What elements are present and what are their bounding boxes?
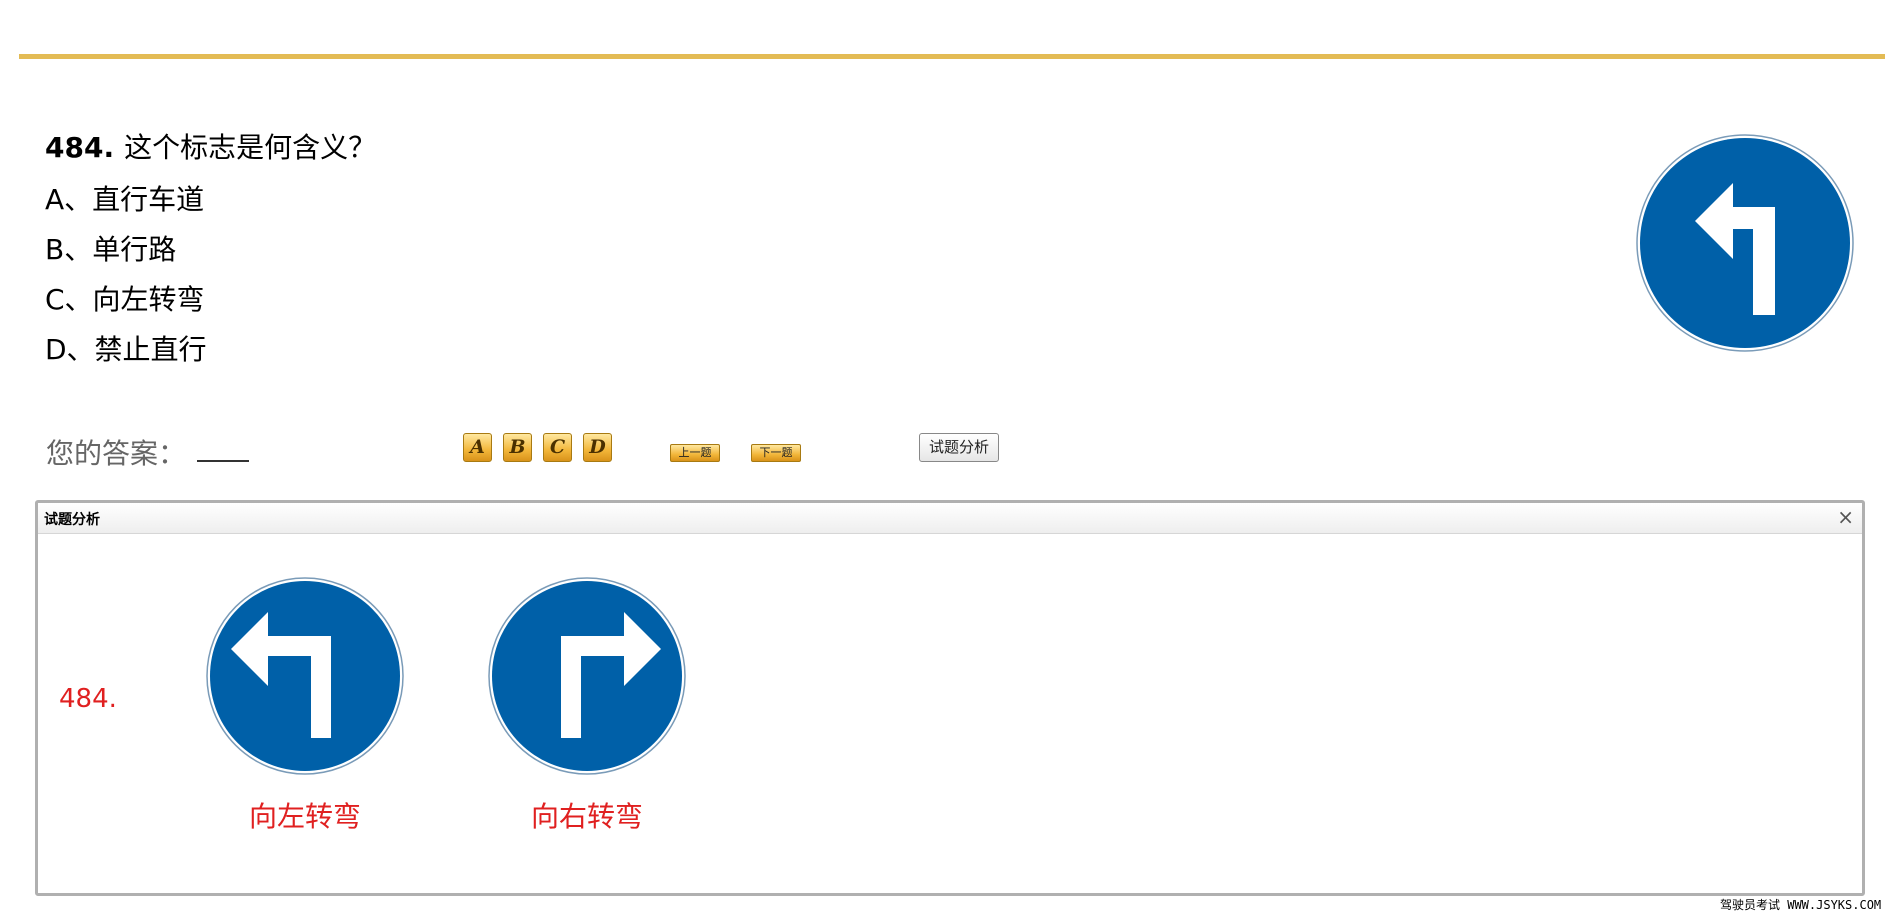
option-a[interactable]: A、直行车道 [45,180,204,220]
top-divider [19,54,1885,59]
site-watermark: 驾驶员考试 WWW.JSYKS.COM [1720,898,1882,912]
question-title: 484. 这个标志是何含义？ [45,128,376,168]
dialog-header: 试题分析 × [38,503,1862,534]
prev-question-button[interactable]: 上一题 [670,444,720,462]
question-text: 这个标志是何含义？ [124,131,377,164]
your-answer-label: 您的答案： [46,437,187,470]
question-number: 484. [45,131,115,164]
analysis-dialog: 试题分析 × 484. 向左转弯 向右转弯 [35,500,1865,896]
answer-d-button[interactable]: D [583,433,612,462]
next-question-button[interactable]: 下一题 [751,444,801,462]
close-icon[interactable]: × [1837,505,1854,529]
option-d[interactable]: D、禁止直行 [45,330,207,370]
answer-blank [197,460,249,462]
turn-left-sign-icon [1636,134,1854,352]
turn-left-sign-icon [206,577,404,775]
answer-a-button[interactable]: A [463,433,492,462]
dialog-title: 试题分析 [44,512,100,528]
turn-right-sign-icon [488,577,686,775]
analysis-question-number: 484. [59,684,117,714]
analysis-button[interactable]: 试题分析 [919,433,999,462]
sign-caption-left: 向左转弯 [248,800,361,833]
option-c[interactable]: C、向左转弯 [45,280,205,320]
option-b[interactable]: B、单行路 [45,230,176,270]
sign-caption-right: 向右转弯 [530,800,643,833]
answer-c-button[interactable]: C [543,433,572,462]
answer-b-button[interactable]: B [503,433,532,462]
